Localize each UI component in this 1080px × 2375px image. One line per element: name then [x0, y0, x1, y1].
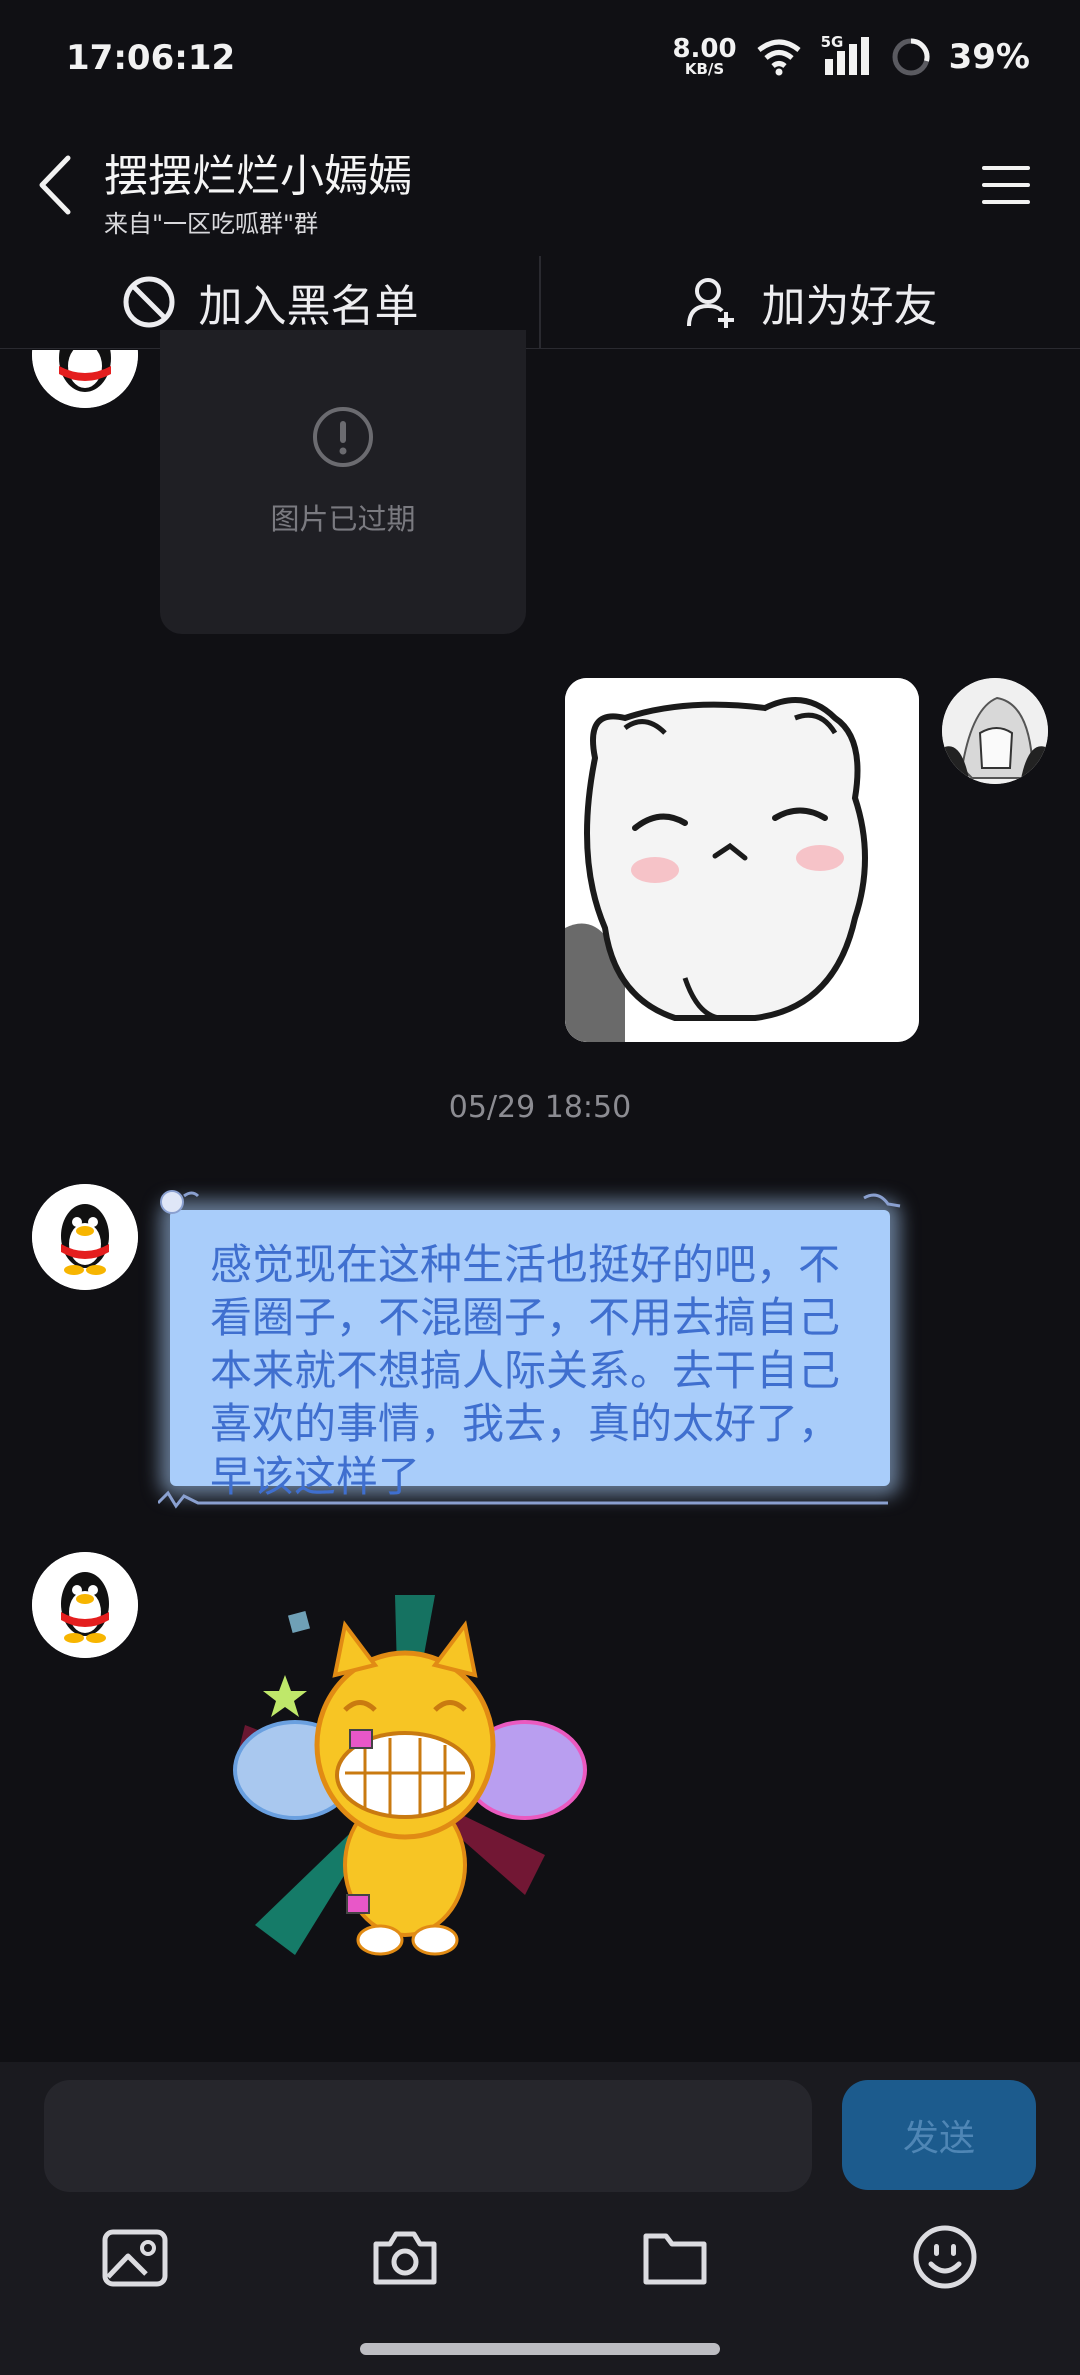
- status-time: 17:06:12: [66, 38, 236, 78]
- sent-sticker-image[interactable]: [565, 678, 919, 1042]
- block-icon: [123, 276, 174, 328]
- image-icon: [102, 2229, 168, 2287]
- penguin-avatar-icon: [32, 1552, 138, 1658]
- network-speed: 8.00 KB/S: [672, 36, 736, 77]
- penguin-avatar-icon: [32, 1184, 138, 1290]
- emoji-button[interactable]: [910, 2222, 980, 2292]
- send-button[interactable]: 发送: [842, 2080, 1036, 2190]
- warning-icon: [313, 407, 373, 467]
- network-speed-unit: KB/S: [684, 60, 725, 78]
- sender-avatar[interactable]: [32, 1184, 138, 1290]
- camera-icon: [373, 2231, 437, 2285]
- add-friend-button[interactable]: 加为好友: [541, 256, 1080, 348]
- folder-icon: [643, 2233, 707, 2285]
- chat-title: 摆摆烂烂小嫣嫣: [104, 151, 412, 202]
- chat-subtitle: 来自"一区吃呱群"群: [104, 210, 319, 238]
- anime-avatar-icon: [942, 678, 1048, 784]
- back-button[interactable]: [32, 150, 82, 220]
- message-timestamp: 05/29 18:50: [448, 1090, 632, 1125]
- add-friend-label: 加为好友: [761, 281, 938, 332]
- status-icons: 8.00 KB/S 5G 39%: [672, 33, 1030, 77]
- camera-button[interactable]: [370, 2222, 440, 2292]
- cell-signal-icon: [824, 36, 869, 75]
- file-button[interactable]: [640, 2222, 710, 2292]
- battery-percent: 39%: [948, 36, 1030, 77]
- network-speed-value: 8.00: [672, 34, 737, 64]
- hamster-sticker-icon: [565, 678, 919, 1042]
- expired-image-text: 图片已过期: [270, 502, 416, 536]
- cell-signal: 5G: [821, 33, 873, 77]
- home-indicator[interactable]: [360, 2343, 720, 2355]
- bubble-background: 感觉现在这种生活也挺好的吧，不看圈子，不混圈子，不用去搞自己本来就不想搞人际关系…: [170, 1210, 890, 1501]
- image-button[interactable]: [100, 2222, 170, 2292]
- menu-button[interactable]: [978, 160, 1034, 210]
- wifi-icon: [757, 39, 801, 75]
- add-to-blacklist-label: 加入黑名单: [198, 281, 419, 332]
- my-avatar[interactable]: [942, 678, 1048, 784]
- add-user-icon: [686, 278, 734, 328]
- expired-image-bubble[interactable]: [160, 330, 526, 634]
- chevron-left-icon: [39, 155, 71, 215]
- thumbs-up-dog-sticker-icon[interactable]: [195, 1595, 605, 1965]
- hamburger-menu-icon: [982, 166, 1030, 204]
- smiley-icon: [913, 2225, 977, 2289]
- text-message-content: 感觉现在这种生活也挺好的吧，不看圈子，不混圈子，不用去搞自己本来就不想搞人际关系…: [210, 1240, 841, 1501]
- battery-icon: [892, 38, 930, 75]
- sender-avatar[interactable]: [32, 1552, 138, 1658]
- text-message-bubble[interactable]: 感觉现在这种生活也挺好的吧，不看圈子，不混圈子，不用去搞自己本来就不想搞人际关系…: [158, 1188, 910, 1518]
- message-input[interactable]: [44, 2080, 812, 2192]
